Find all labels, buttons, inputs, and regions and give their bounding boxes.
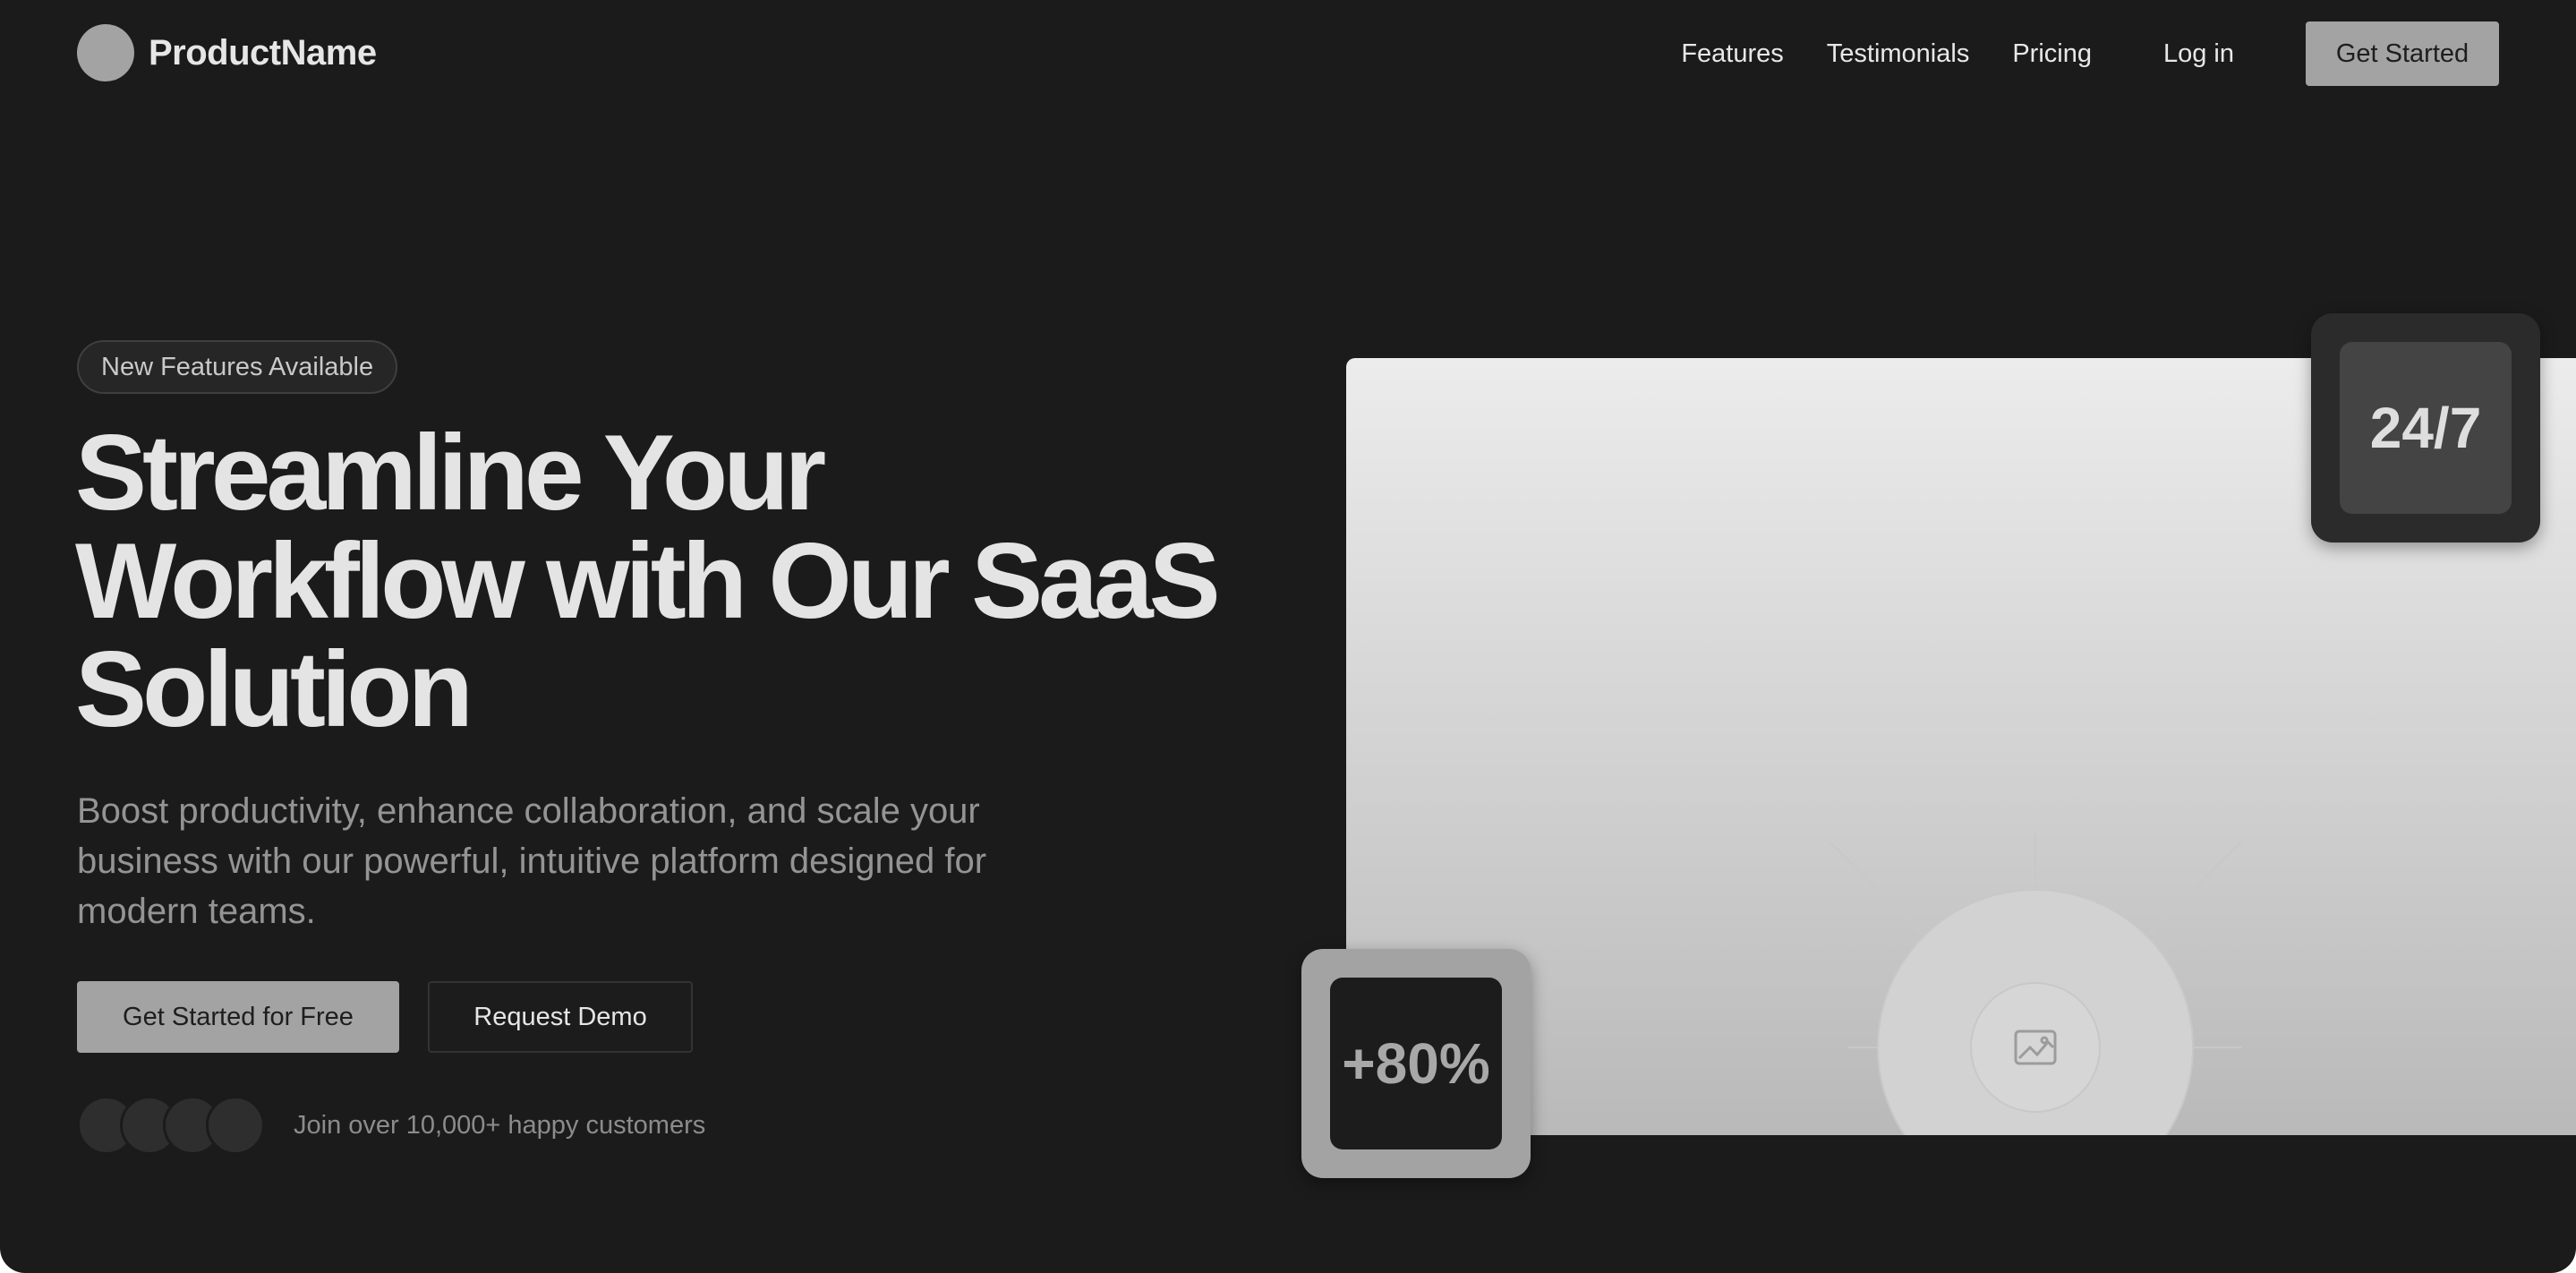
social-proof: Join over 10,000+ happy customers: [77, 1096, 705, 1155]
growth-stat-value: +80%: [1330, 978, 1502, 1149]
nav-link-features[interactable]: Features: [1681, 39, 1783, 69]
request-demo-button[interactable]: Request Demo: [428, 981, 693, 1053]
logo-icon: [77, 24, 134, 81]
growth-stat-card: +80%: [1301, 949, 1531, 1178]
hero-subtext: Boost productivity, enhance collaboratio…: [77, 791, 987, 931]
headline-line-2: Workflow with Our SaaS: [75, 521, 1221, 641]
get-started-free-button[interactable]: Get Started for Free: [77, 981, 399, 1053]
uptime-stat-value: 24/7: [2340, 342, 2512, 514]
avatar-stack: [77, 1096, 265, 1155]
brand-name: ProductName: [149, 32, 377, 73]
nav-links: Features Testimonials Pricing Log in Get…: [1681, 21, 2499, 86]
avatar: [206, 1096, 265, 1155]
top-nav: ProductName Features Testimonials Pricin…: [0, 0, 2576, 107]
new-features-badge[interactable]: New Features Available: [77, 340, 398, 394]
headline-line-3: Solution: [75, 629, 473, 749]
uptime-stat-card: 24/7: [2311, 313, 2540, 543]
nav-link-testimonials[interactable]: Testimonials: [1827, 39, 1970, 69]
hero-buttons: Get Started for Free Request Demo: [77, 981, 693, 1053]
login-link[interactable]: Log in: [2163, 39, 2234, 69]
headline-line-1: Streamline Your: [75, 413, 826, 533]
get-started-button[interactable]: Get Started: [2306, 21, 2499, 86]
logo[interactable]: ProductName: [77, 24, 377, 81]
hero-headline: Streamline Your Workflow with Our SaaS S…: [75, 419, 1346, 744]
page: ProductName Features Testimonials Pricin…: [0, 0, 2576, 1273]
nav-link-pricing[interactable]: Pricing: [2012, 39, 2092, 69]
social-proof-text: Join over 10,000+ happy customers: [294, 1110, 706, 1140]
